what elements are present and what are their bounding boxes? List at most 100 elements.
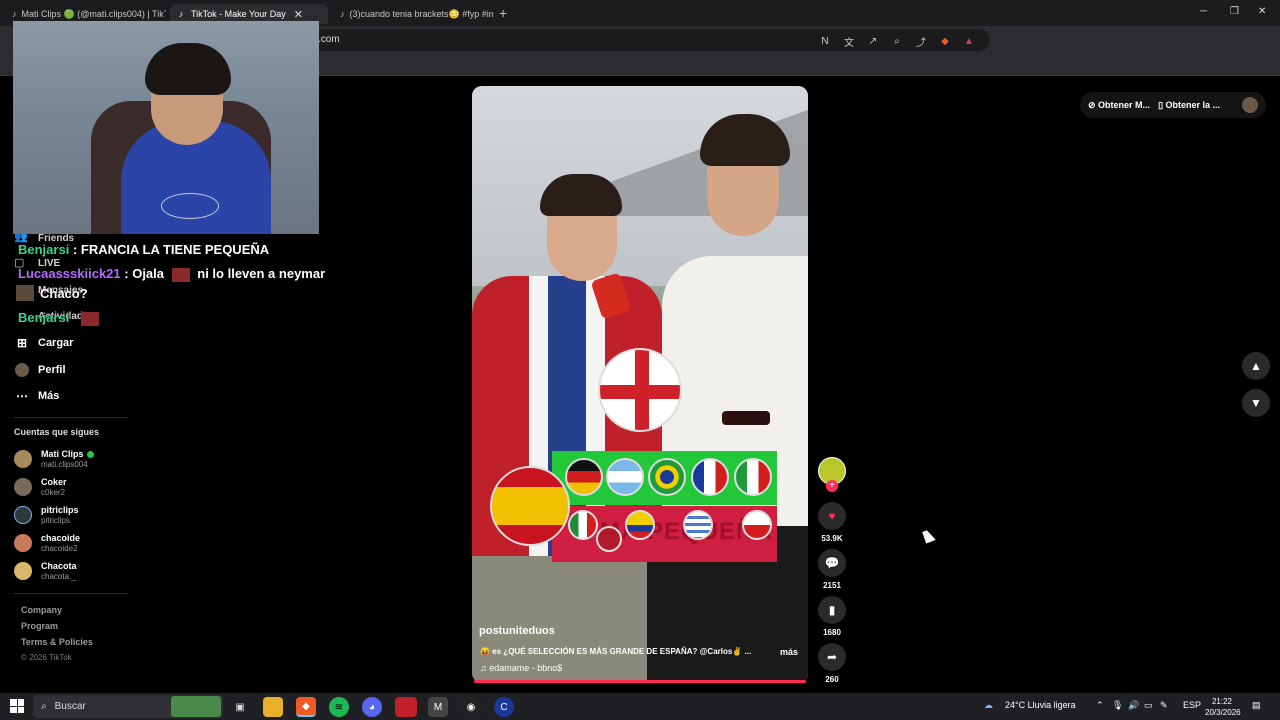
argentina-flag-icon [606,458,644,496]
account-username: chacoide2 [41,544,78,553]
task-view-icon[interactable]: ▣ [230,697,250,717]
user-avatar[interactable] [1242,97,1258,113]
open-external-icon[interactable]: ↗ [866,34,880,48]
account-chacoide[interactable]: chacoide chacoide2 [14,533,80,553]
brave-shield-icon[interactable]: ◆ [938,34,952,48]
account-username: mati.clips004 [41,460,88,469]
nav-label: Cargar [38,337,74,349]
avatar [14,450,32,468]
weather-text[interactable]: 24°C Lluvia ligera [1005,700,1076,710]
next-video-button[interactable]: ▼ [1242,389,1270,417]
volume-icon[interactable]: 🔊 [1128,700,1139,711]
translate-icon[interactable]: 文 [842,34,856,49]
account-pitriclips[interactable]: pitriclips pitriclips [14,505,79,525]
app-icon[interactable]: M [428,697,448,717]
nav-upload[interactable]: ⊞ Cargar [14,335,74,351]
account-chacota[interactable]: Chacota chacota._ [14,561,77,581]
footer-program-link[interactable]: Program [21,621,58,631]
comment-button[interactable]: 💬 2151 [818,549,846,590]
follow-plus-icon[interactable]: + [826,480,838,492]
ellipsis-icon: ⋯ [16,389,28,403]
url-text: .com [318,34,340,45]
footer-terms-link[interactable]: Terms & Policies [21,637,93,647]
network-icon[interactable]: ▭ [1144,700,1153,711]
share-button[interactable]: ➦ 260 [818,643,846,684]
chat-user: Lucaassskiick21 [18,266,121,281]
tray-chevron-icon[interactable]: ⌃ [1096,700,1104,711]
tab-label: (3)cuando tenia brackets😳 #fyp #in [349,8,494,19]
video-music[interactable]: ♫ edamame - bbno$ [480,663,562,673]
file-explorer-icon[interactable] [263,697,283,717]
avatar [14,478,32,496]
video-progress-bar[interactable] [474,680,806,683]
get-coins-button[interactable]: ⊘ Obtener M... [1088,100,1150,111]
windows-taskbar: ⌕ Buscar ▣ ◆ ≋ ◕ M ◉ C ☁ 24°C Lluvia lig… [0,693,1280,720]
account-mati-clips[interactable]: Mati Clips mati.clips004 [14,449,94,469]
system-clock[interactable]: 21:22 20/3/2026 [1205,696,1241,718]
clock-date: 20/3/2026 [1205,708,1241,717]
clock-time: 21:22 [1211,697,1233,706]
windows-start-icon[interactable] [10,699,24,713]
taskbar-search[interactable]: ⌕ Buscar [33,695,223,718]
account-name: chacoide [41,533,81,543]
no-translate-icon[interactable]: N [818,34,832,48]
germany-flag-icon [565,458,603,496]
capcut-icon[interactable]: C [494,697,514,717]
avatar [14,562,32,580]
chat-text: : FRANCIA LA TIENE PEQUEÑA [72,242,270,257]
top-right-actions: ⊘ Obtener M... ▯ Obtener la ... [1080,92,1266,118]
url-field[interactable]: .com N 文 ↗ ⌕ ⤴ ◆ ▲ [300,29,990,51]
emote-icon [80,311,99,326]
messages-icon [16,285,34,301]
live-indicator-icon [86,450,94,458]
get-coins-label: Obtener M... [1098,99,1151,110]
previous-video-button[interactable]: ▲ [1242,352,1270,380]
video-author[interactable]: postuniteduos [479,625,555,637]
brazil-flag-icon [648,458,686,496]
zoom-icon[interactable]: ⌕ [890,34,904,48]
notifications-icon[interactable]: ▤ [1252,700,1261,711]
brave-rewards-icon[interactable]: ▲ [962,34,976,48]
minimize-icon[interactable]: ─ [1200,6,1207,17]
heart-icon: ♥ [818,502,846,530]
brave-browser-icon[interactable]: ◆ [296,697,316,717]
search-icon: ⌕ [41,701,47,712]
pen-icon[interactable]: ✎ [1160,700,1168,711]
restore-icon[interactable]: ❐ [1230,6,1239,17]
obs-icon[interactable]: ◉ [461,697,481,717]
share-icon[interactable]: ⤴ [914,34,928,49]
like-button[interactable]: ♥ 53.9K [818,502,846,543]
account-name: pitriclips [41,505,79,515]
avatar [14,506,32,524]
microphone-icon[interactable]: 🎙 [1112,700,1123,711]
get-app-button[interactable]: ▯ Obtener la ... [1158,100,1220,111]
share-count: 260 [825,675,839,684]
more-button[interactable]: más [780,647,798,657]
nav-more[interactable]: ⋯ Más [14,388,59,404]
discord-icon[interactable]: ◕ [362,697,382,717]
spain-flag-icon [490,466,570,546]
divider [14,593,128,594]
music-title: edamame - bbno$ [489,663,563,673]
tab-brackets[interactable]: ♪ (3)cuando tenia brackets😳 #fyp #in [334,4,494,24]
copyright: © 2026 TikTok [21,653,72,662]
new-tab-button[interactable]: + [499,5,507,21]
close-window-icon[interactable]: ✕ [1258,6,1266,17]
save-button[interactable]: ▮ 1680 [818,596,846,637]
chat-user: Benjarsi [18,242,70,257]
account-coker[interactable]: Coker c0ker2 [14,477,67,497]
avatar-icon [14,362,30,378]
close-tab-icon[interactable]: ✕ [294,8,303,21]
tiktok-icon: ♪ [12,9,17,19]
chevron-up-icon: ▲ [1250,359,1262,373]
video-player[interactable]: MÁ PEQUEÑA [472,86,808,683]
footer-company-link[interactable]: Company [21,605,62,615]
account-name: Coker [41,477,67,487]
language-indicator[interactable]: ESP [1183,700,1201,710]
like-count: 53.9K [821,534,843,543]
nav-label: Más [38,390,60,402]
divider [14,417,128,418]
spotify-icon[interactable]: ≋ [329,697,349,717]
voicemeeter-icon[interactable] [395,697,417,717]
nav-profile[interactable]: Perfil [14,362,66,378]
